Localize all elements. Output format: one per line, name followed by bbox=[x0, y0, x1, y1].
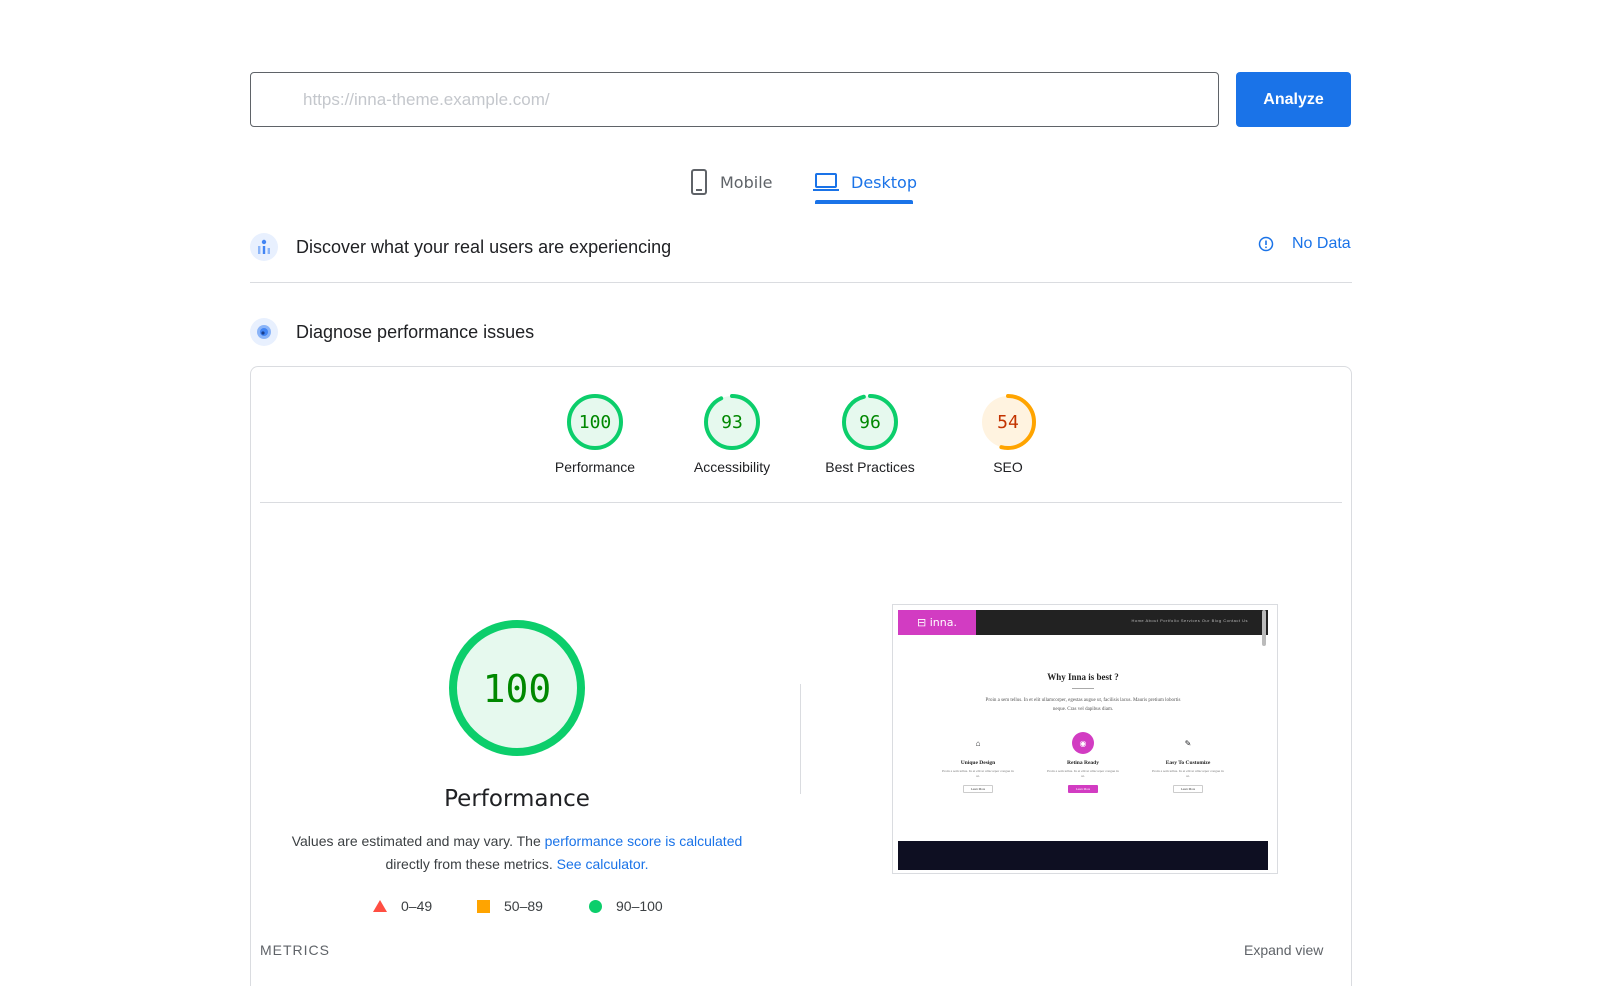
performance-description: Values are estimated and may vary. The p… bbox=[276, 830, 758, 876]
gauge-score: 96 bbox=[859, 412, 881, 433]
legend-fail: 0–49 bbox=[373, 898, 432, 914]
gauge-label: Accessibility bbox=[693, 459, 771, 475]
thumb-heading: Why Inna is best ? bbox=[1047, 672, 1119, 682]
tab-desktop-label: Desktop bbox=[851, 172, 917, 192]
thumb-feature-title: Easy To Customize bbox=[1165, 760, 1211, 766]
gauge-score: 100 bbox=[579, 412, 612, 433]
thumb-feature-title: Retina Ready bbox=[1067, 760, 1099, 766]
thumb-feature: ⌂ Unique Design Proin a sem tellus. In e… bbox=[933, 732, 1023, 793]
thumb-feature-title: Unique Design bbox=[960, 760, 996, 766]
section-divider bbox=[250, 282, 1352, 283]
gauge-accessibility[interactable]: 93 Accessibility bbox=[677, 393, 787, 475]
expand-view-button[interactable]: Expand view bbox=[1244, 942, 1323, 958]
vertical-divider bbox=[800, 684, 801, 794]
gauge-label: SEO bbox=[993, 459, 1023, 475]
diagnose-icon bbox=[250, 318, 278, 346]
field-data-title: Discover what your real users are experi… bbox=[296, 236, 672, 257]
legend-range: 50–89 bbox=[504, 898, 543, 914]
thumb-feature-button: Learn More bbox=[1173, 785, 1203, 793]
triangle-icon bbox=[373, 900, 387, 912]
legend-range: 90–100 bbox=[616, 898, 663, 914]
thumb-scrollbar bbox=[1262, 610, 1266, 646]
score-ring: 54 bbox=[980, 394, 1036, 450]
thumb-underline bbox=[1072, 688, 1094, 689]
tab-mobile[interactable]: Mobile bbox=[690, 160, 772, 204]
legend-range: 0–49 bbox=[401, 898, 433, 914]
page-screenshot: ⊟ inna. Home About Portfolio Services Ou… bbox=[892, 604, 1278, 874]
thumb-text: Proin a sem tellus. In et elit ullamcorp… bbox=[985, 698, 1181, 712]
thumb-feature: ◉ Retina Ready Proin a sem tellus. In et… bbox=[1038, 732, 1128, 793]
thumb-feature-button: Learn More bbox=[1068, 785, 1098, 793]
performance-score-ring: 100 bbox=[449, 620, 585, 756]
gauge-label: Performance bbox=[554, 459, 636, 475]
thumb-feature-button: Learn More bbox=[963, 785, 993, 793]
smartphone-icon bbox=[691, 169, 707, 195]
gauge-best-practices[interactable]: 96 Best Practices bbox=[815, 393, 925, 475]
thumb-navbar: ⊟ inna. Home About Portfolio Services Ou… bbox=[898, 610, 1268, 635]
score-calculated-link[interactable]: performance score is calculated bbox=[545, 833, 743, 849]
see-calculator-link[interactable]: See calculator. bbox=[557, 856, 649, 872]
users-chart-icon bbox=[250, 233, 278, 261]
performance-title: Performance bbox=[444, 786, 590, 812]
thumb-feature-text: Proin a sem tellus. In et elit ut ullaco… bbox=[942, 769, 1014, 778]
score-ring: 100 bbox=[567, 394, 623, 450]
active-tab-indicator bbox=[815, 200, 913, 204]
lab-data-header: Diagnose performance issues bbox=[250, 318, 534, 346]
legend-average: 50–89 bbox=[477, 898, 543, 914]
tab-mobile-label: Mobile bbox=[720, 172, 773, 192]
thumb-menu: Home About Portfolio Services Our Blog C… bbox=[1131, 618, 1248, 623]
thumb-footer bbox=[898, 841, 1268, 870]
gauge-label: Best Practices bbox=[825, 459, 915, 475]
score-ring: 93 bbox=[704, 394, 760, 450]
desc-text: directly from these metrics. bbox=[385, 856, 557, 872]
thumb-feature-text: Proin a sem tellus. In et elit ut ullaco… bbox=[1047, 769, 1119, 778]
square-icon bbox=[477, 899, 490, 913]
circle-icon bbox=[589, 899, 602, 913]
eye-icon: ◉ bbox=[1072, 732, 1094, 754]
tab-desktop[interactable]: Desktop bbox=[813, 160, 917, 204]
info-icon bbox=[1258, 236, 1274, 252]
gauge-seo[interactable]: 54 SEO bbox=[953, 393, 1063, 475]
gauge-score: 93 bbox=[721, 412, 743, 433]
no-data-status[interactable]: No Data bbox=[1258, 235, 1351, 253]
desc-text: Values are estimated and may vary. The bbox=[291, 833, 545, 849]
lab-data-title: Diagnose performance issues bbox=[296, 321, 535, 342]
legend-pass: 90–100 bbox=[589, 898, 663, 914]
gauges-divider bbox=[260, 502, 1342, 503]
pencil-icon: ✎ bbox=[1184, 738, 1192, 748]
thumb-feature: ✎ Easy To Customize Proin a sem tellus. … bbox=[1143, 732, 1233, 793]
laptop-icon bbox=[813, 173, 839, 191]
score-ring: 96 bbox=[842, 394, 898, 450]
field-data-header: Discover what your real users are experi… bbox=[250, 233, 671, 261]
url-input[interactable] bbox=[250, 72, 1219, 127]
gauge-score: 54 bbox=[997, 412, 1019, 433]
analyze-button[interactable]: Analyze bbox=[1236, 72, 1351, 127]
performance-score: 100 bbox=[483, 667, 552, 711]
thumb-feature-text: Proin a sem tellus. In et elit ut ullaco… bbox=[1152, 769, 1224, 778]
metrics-heading: METRICS bbox=[260, 942, 330, 958]
no-data-label: No Data bbox=[1292, 235, 1351, 252]
thumb-logo: ⊟ inna. bbox=[898, 610, 976, 635]
gauge-performance[interactable]: 100 Performance bbox=[540, 393, 650, 475]
home-icon: ⌂ bbox=[975, 738, 981, 748]
